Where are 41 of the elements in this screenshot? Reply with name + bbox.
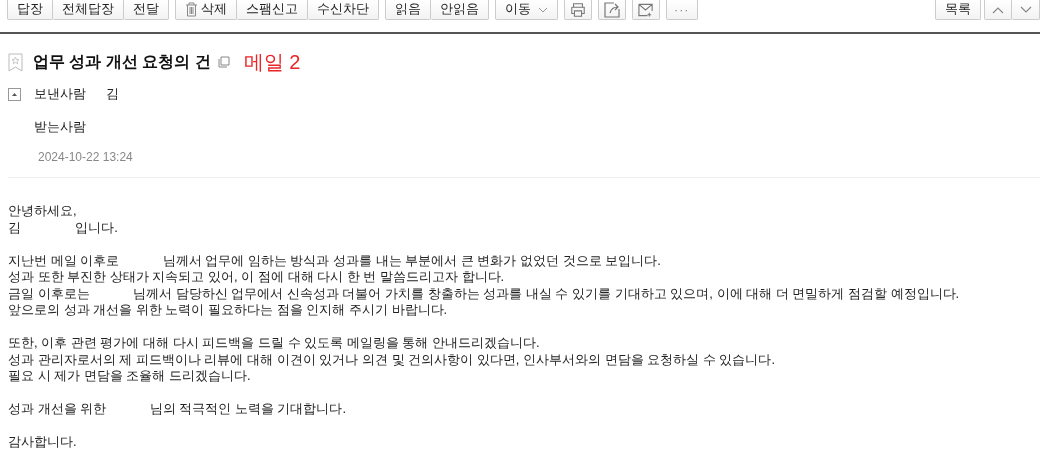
toolbar-button[interactable]: 읽음 bbox=[385, 0, 431, 20]
share-icon bbox=[604, 1, 620, 18]
toolbar-button[interactable]: 전달 bbox=[124, 0, 169, 20]
body-text: 성과 관리자로서의 제 피드백이나 리뷰에 대해 이견이 있거나 의견 및 건의사항이 있다면, 인사부서와의 면담을 요청하실 수 있습니다. bbox=[8, 351, 776, 368]
body-text: 안녕하세요, bbox=[8, 203, 78, 220]
sender-label: 보낸사람 bbox=[34, 86, 87, 103]
more-button[interactable]: ··· bbox=[666, 0, 698, 20]
printer-icon bbox=[570, 1, 586, 18]
popup-icon[interactable] bbox=[217, 56, 230, 68]
body-text: 지난번 메일 이후로 님께서 업무에 임하는 방식과 성과를 내는 부분에서 큰 변화가 없었던 것으로 보입니다. bbox=[8, 252, 662, 269]
envelope-icon bbox=[638, 1, 654, 18]
delete-button[interactable]: 삭제 bbox=[175, 0, 237, 20]
printer-button[interactable] bbox=[564, 0, 592, 20]
chevron-up-icon bbox=[992, 5, 1004, 14]
chevron-down-icon bbox=[1019, 5, 1032, 14]
toolbar-button[interactable]: 수신차단 bbox=[308, 0, 379, 20]
envelope-button[interactable] bbox=[632, 0, 660, 20]
body-text: 성과 개선을 위한 님의 적극적인 노력을 기대합니다. bbox=[8, 401, 347, 418]
toolbar-button[interactable]: 스팸신고 bbox=[237, 0, 308, 20]
email-date: 2024-10-22 13:24 bbox=[38, 149, 133, 164]
toolbar-button[interactable]: 답장 bbox=[7, 0, 53, 20]
trash-icon bbox=[185, 2, 198, 17]
body-text: 성과 또한 부진한 상태가 지속되고 있어, 이 점에 대해 다시 한 번 말씀드리고자 합니다. bbox=[8, 269, 506, 286]
body-text: 김 입니다. bbox=[8, 219, 119, 236]
collapse-icon[interactable] bbox=[8, 88, 21, 101]
toolbar-button[interactable]: 목록 bbox=[935, 0, 981, 20]
email-subject: 업무 성과 개선 요청의 건 bbox=[33, 51, 211, 72]
caret-icon bbox=[538, 6, 548, 13]
body-text: 금일 이후로는 님께서 담당하신 업무에서 신속성과 더불어 가치를 창출하는 성과를 내실 수 있기를 기대하고 있으며, 이에 대해 더 면밀하게 점검할 예정입니다. bbox=[8, 285, 961, 302]
sender-name: 김 bbox=[106, 86, 119, 103]
share-button[interactable] bbox=[598, 0, 626, 20]
toolbar-button[interactable]: 전체답장 bbox=[53, 0, 124, 20]
annotation-label: 메일 2 bbox=[243, 49, 301, 75]
recipient-label: 받는사람 bbox=[34, 119, 86, 136]
move-dropdown[interactable]: 이동 bbox=[495, 0, 558, 20]
body-text: 감사합니다. bbox=[8, 434, 78, 451]
body-text: 필요 시 제가 면담을 조율해 드리겠습니다. bbox=[8, 368, 252, 385]
body-text: 또한, 이후 관련 평가에 대해 다시 피드백을 드릴 수 있도록 메일링을 통해 안내드리겠습니다. bbox=[8, 335, 541, 352]
bookmark-icon[interactable] bbox=[8, 52, 23, 72]
body-text: 앞으로의 성과 개선을 위한 노력이 필요하다는 점을 인지해 주시기 바랍니다. bbox=[8, 302, 449, 319]
toolbar-button[interactable]: 안읽음 bbox=[431, 0, 489, 20]
